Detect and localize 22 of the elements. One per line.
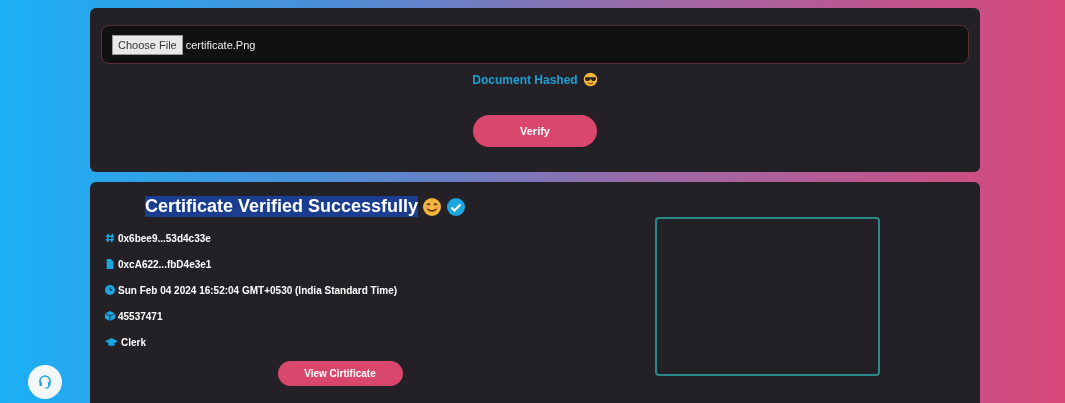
cube-icon [105, 311, 115, 321]
detail-text: Clerk [121, 336, 146, 348]
detail-text: 0x6bee9...53d4c33e [118, 232, 211, 244]
result-title: Certificate Verified Successfully [145, 196, 419, 217]
file-icon [105, 259, 115, 269]
support-button[interactable] [28, 365, 62, 399]
clock-icon [105, 285, 115, 295]
hash-icon [105, 233, 115, 243]
detail-text: Sun Feb 04 2024 16:52:04 GMT+0530 (India Standard Time) [118, 284, 398, 296]
file-input[interactable]: Choose File certificate.Png [101, 25, 969, 64]
hash-status: Document Hashed [472, 72, 578, 87]
view-certificate-button[interactable]: View Cirtificate [277, 361, 403, 386]
choose-file-button[interactable]: Choose File [112, 34, 183, 55]
verify-button[interactable]: Verify [473, 115, 597, 147]
graduation-cap-icon [105, 337, 118, 347]
detail-text: 45537471 [118, 310, 163, 322]
sunglasses-face-icon [582, 72, 598, 87]
headset-icon [38, 375, 52, 389]
smiling-face-icon [422, 196, 443, 217]
file-name: certificate.Png [185, 38, 256, 51]
check-badge-icon [446, 196, 467, 217]
detail-text: 0xcA622...fbD4e3e1 [118, 258, 212, 270]
